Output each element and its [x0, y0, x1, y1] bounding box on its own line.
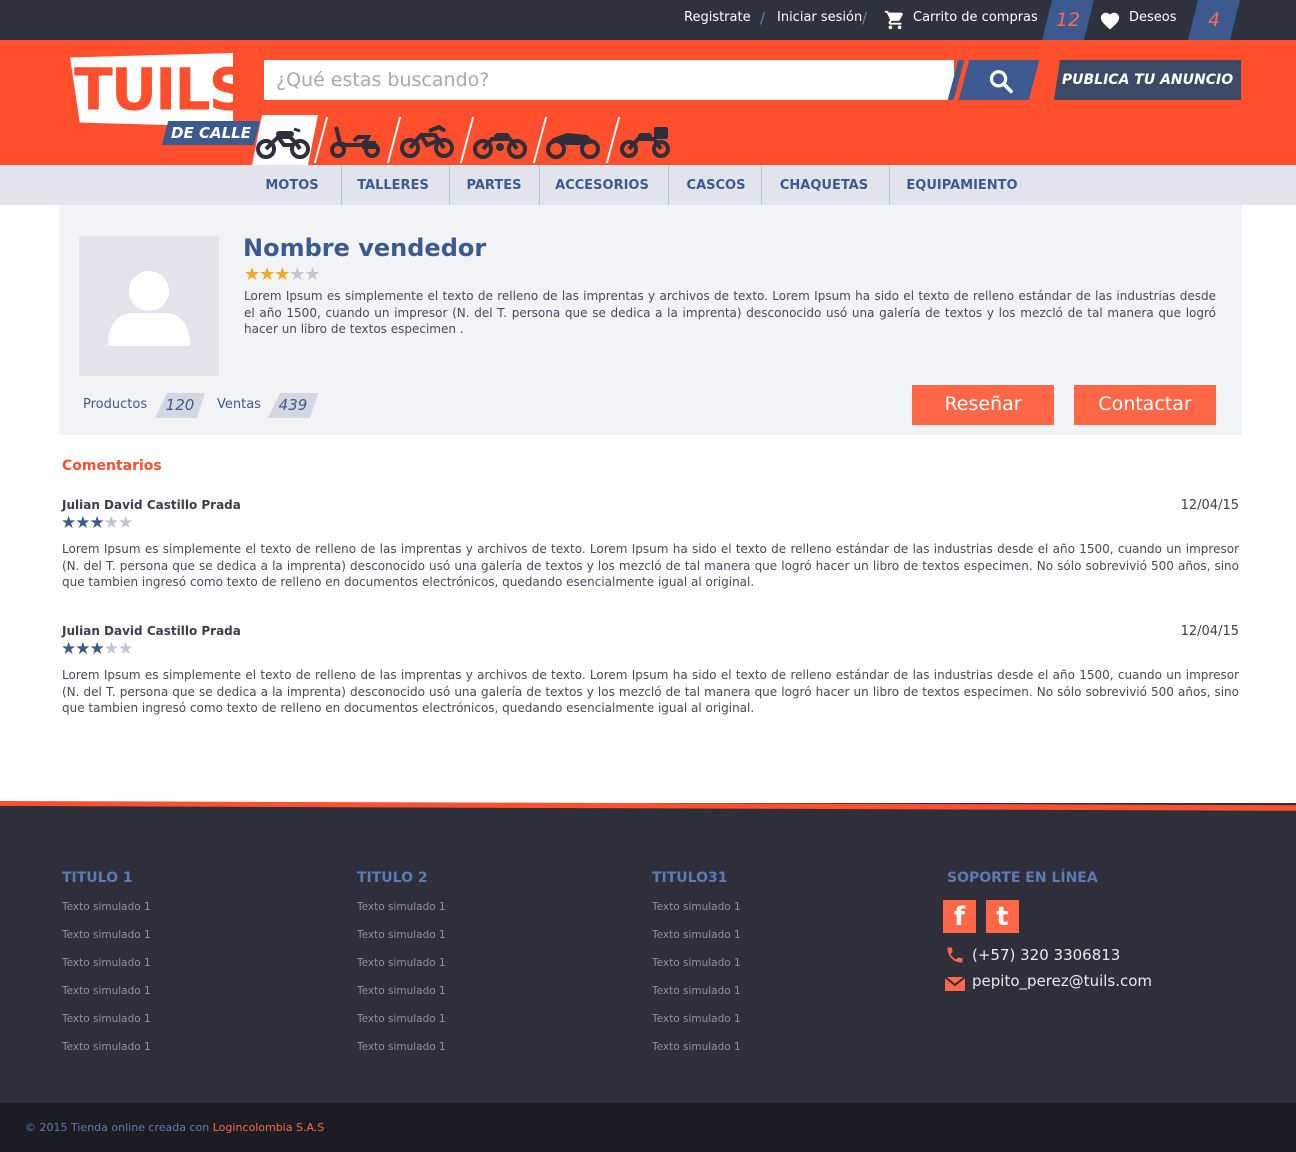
search-button[interactable] — [958, 60, 1040, 100]
dirt-bike-icon — [400, 124, 454, 158]
footer-link[interactable]: Texto simulado 1 — [652, 957, 741, 969]
wishlist-link[interactable]: Deseos — [1129, 0, 1177, 40]
nav-cascos[interactable]: CASCOS — [670, 165, 762, 205]
products-label: Productos — [83, 397, 148, 412]
divider — [539, 165, 540, 205]
support-title: SOPORTE EN LÍNEA — [947, 870, 1098, 886]
footer-link[interactable]: Texto simulado 1 — [62, 901, 151, 913]
footer-link[interactable]: Texto simulado 1 — [357, 985, 446, 997]
cart-icon[interactable] — [884, 9, 906, 35]
street-bike-icon — [256, 123, 312, 159]
divider — [449, 165, 450, 205]
category-street-bike[interactable] — [252, 115, 318, 165]
logo-tagline: DE CALLE — [161, 121, 261, 145]
footer-link[interactable]: Texto simulado 1 — [357, 1013, 446, 1025]
divider — [761, 165, 762, 205]
review-button[interactable]: Reseñar — [912, 385, 1054, 425]
footer-link[interactable]: Texto simulado 1 — [652, 985, 741, 997]
comment-text: Lorem Ipsum es simplemente el texto de r… — [62, 542, 1239, 589]
products-count: 120 — [155, 393, 205, 418]
comment-rating: ★★★★★ — [61, 639, 133, 659]
footer-col-title: TITULO 2 — [357, 870, 428, 886]
sales-count: 439 — [268, 393, 318, 418]
divider: / — [760, 9, 766, 27]
company-link[interactable]: Logincolombia S.A.S — [213, 1121, 325, 1134]
footer-link[interactable]: Texto simulado 1 — [652, 901, 741, 913]
seller-name: Nombre vendedor — [243, 234, 487, 262]
copyright: © 2015 Tienda online creada con Logincol… — [25, 1121, 325, 1134]
footer: TITULO 1 Texto simulado 1 Texto simulado… — [0, 803, 1296, 1103]
category-sport-bike[interactable] — [541, 115, 607, 165]
bottom-bar: © 2015 Tienda online creada con Logincol… — [0, 1103, 1296, 1152]
footer-link[interactable]: Texto simulado 1 — [62, 985, 151, 997]
footer-link[interactable]: Texto simulado 1 — [357, 1041, 446, 1053]
divider — [341, 165, 342, 205]
footer-link[interactable]: Texto simulado 1 — [357, 901, 446, 913]
comment-rating: ★★★★★ — [61, 513, 133, 533]
sales-label: Ventas — [217, 397, 261, 412]
footer-col-title: TITULO 1 — [62, 870, 133, 886]
search-input[interactable] — [264, 60, 954, 100]
cruiser-icon — [473, 133, 527, 159]
comment-author: Julian David Castillo Prada — [62, 498, 241, 512]
mail-icon — [944, 976, 966, 995]
category-scooter[interactable] — [322, 115, 388, 165]
divider — [668, 165, 669, 205]
seller-description: Lorem Ipsum es simplemente el texto de r… — [244, 289, 1216, 336]
touring-bike-icon — [620, 127, 670, 158]
footer-link[interactable]: Texto simulado 1 — [652, 1041, 741, 1053]
comment-date: 12/04/15 — [1180, 624, 1239, 639]
nav-motos[interactable]: MOTOS — [254, 165, 330, 205]
cart-count-badge: 12 — [1042, 0, 1094, 40]
seller-rating: ★★★★★ — [244, 264, 321, 285]
seller-profile: Nombre vendedor ★★★★★ Lorem Ipsum es sim… — [59, 205, 1242, 435]
footer-link[interactable]: Texto simulado 1 — [357, 929, 446, 941]
top-bar: Registrate / Iniciar sesión / Carrito de… — [0, 0, 1296, 40]
divider: / — [862, 9, 868, 27]
footer-link[interactable]: Texto simulado 1 — [62, 1041, 151, 1053]
support-phone[interactable]: (+57) 320 3306813 — [972, 946, 1120, 964]
logo-text: TUILS — [74, 56, 250, 124]
scooter-icon — [330, 126, 380, 158]
footer-link[interactable]: Texto simulado 1 — [357, 957, 446, 969]
phone-icon — [945, 945, 965, 969]
footer-link[interactable]: Texto simulado 1 — [652, 929, 741, 941]
nav-talleres[interactable]: TALLERES — [343, 165, 443, 205]
wishlist-count-badge: 4 — [1188, 0, 1240, 40]
comment-author: Julian David Castillo Prada — [62, 624, 241, 638]
contact-button[interactable]: Contactar — [1074, 385, 1216, 425]
header: TUILS DE CALLE PUBLICA TU ANUNCIO — [0, 40, 1296, 165]
nav-accesorios[interactable]: ACCESORIOS — [541, 165, 663, 205]
user-silhouette-icon — [108, 271, 190, 346]
footer-link[interactable]: Texto simulado 1 — [652, 1013, 741, 1025]
category-cruiser[interactable] — [468, 115, 534, 165]
facebook-icon[interactable]: f — [943, 900, 976, 933]
category-touring-bike[interactable] — [614, 115, 680, 165]
publish-ad-button[interactable]: PUBLICA TU ANUNCIO — [1054, 60, 1241, 100]
login-link[interactable]: Iniciar sesión — [777, 0, 862, 40]
support-email[interactable]: pepito_perez@tuils.com — [972, 972, 1152, 990]
twitter-icon[interactable]: t — [986, 900, 1019, 933]
comment-text: Lorem Ipsum es simplemente el texto de r… — [62, 668, 1239, 715]
avatar — [79, 236, 219, 376]
category-dirt-bike[interactable] — [395, 115, 461, 165]
main-nav: MOTOS TALLERES PARTES ACCESORIOS CASCOS … — [0, 165, 1296, 205]
footer-link[interactable]: Texto simulado 1 — [62, 929, 151, 941]
divider — [889, 165, 890, 205]
register-link[interactable]: Registrate — [684, 0, 751, 40]
nav-chaquetas[interactable]: CHAQUETAS — [763, 165, 885, 205]
nav-partes[interactable]: PARTES — [451, 165, 537, 205]
nav-equipamiento[interactable]: EQUIPAMIENTO — [891, 165, 1033, 205]
footer-link[interactable]: Texto simulado 1 — [62, 957, 151, 969]
sport-bike-icon — [546, 133, 600, 159]
footer-col-title: TITULO31 — [652, 870, 728, 886]
search-icon — [989, 70, 1013, 94]
cart-link[interactable]: Carrito de compras — [913, 0, 1038, 40]
comment-date: 12/04/15 — [1180, 498, 1239, 513]
heart-icon[interactable] — [1099, 10, 1121, 34]
footer-link[interactable]: Texto simulado 1 — [62, 1013, 151, 1025]
comments-title: Comentarios — [62, 458, 162, 474]
